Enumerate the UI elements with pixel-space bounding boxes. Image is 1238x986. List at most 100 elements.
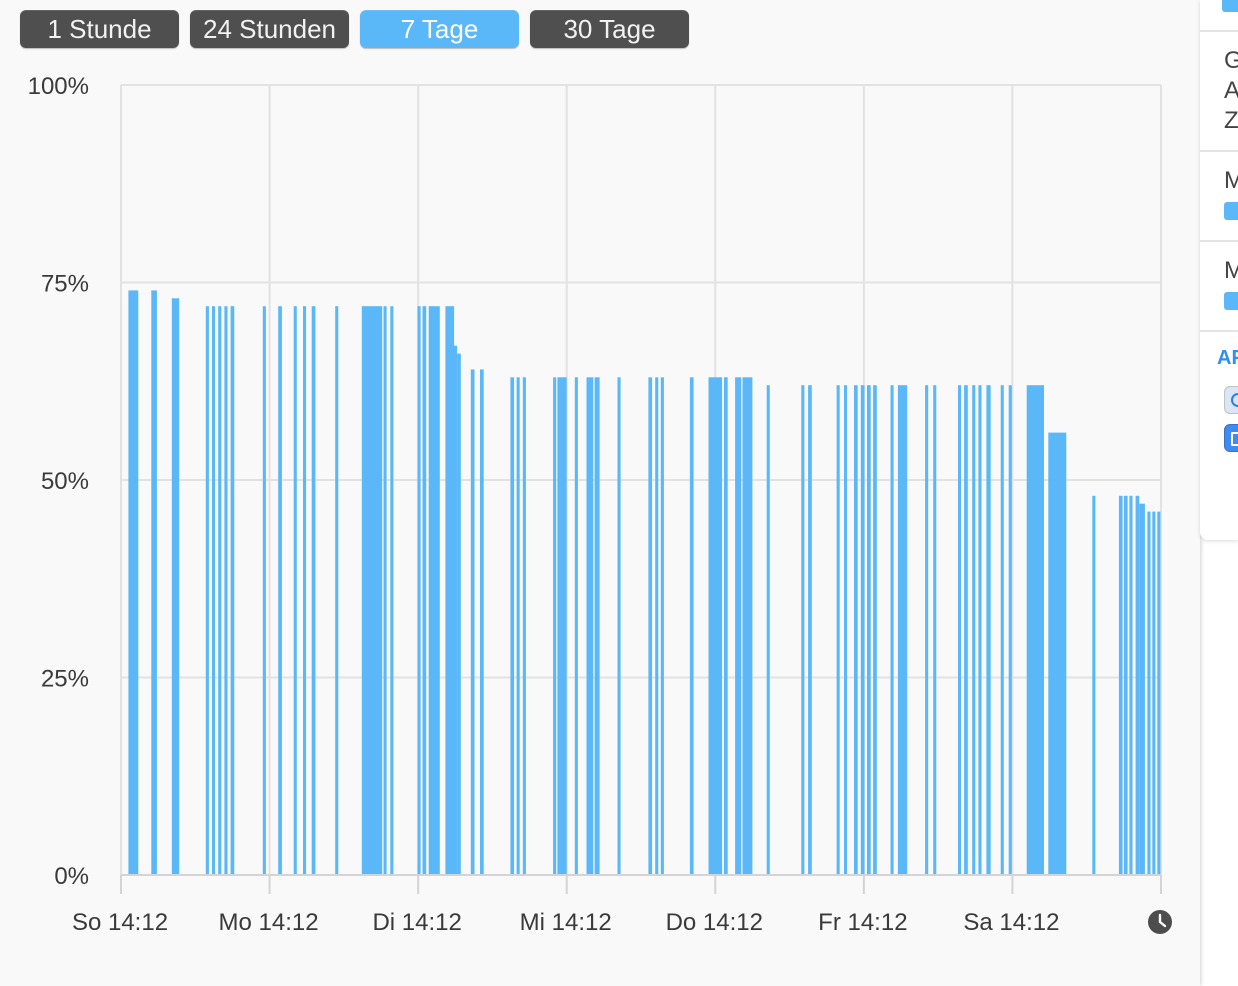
battery-bar: [958, 385, 962, 875]
battery-bar: [311, 306, 316, 875]
x-tick-label: Di 14:12: [372, 909, 461, 936]
battery-bar: [516, 377, 520, 875]
side-panel: G A Z M M AP: [1200, 0, 1238, 540]
battery-bar: [422, 306, 427, 875]
battery-bar: [218, 306, 222, 875]
battery-bar: [735, 377, 742, 875]
side-divider: [1200, 330, 1238, 332]
battery-bar: [689, 377, 694, 875]
battery-bar: [1000, 385, 1004, 875]
battery-bar: [205, 306, 209, 875]
battery-bar: [594, 377, 600, 875]
battery-bar: [151, 290, 157, 875]
battery-bar: [303, 306, 307, 875]
x-tick-label: Sa 14:12: [963, 909, 1059, 936]
battery-bar: [262, 306, 266, 875]
battery-bar: [890, 385, 894, 875]
battery-bar: [1147, 511, 1151, 875]
battery-bar: [480, 369, 484, 875]
battery-bar: [1048, 432, 1067, 875]
battery-bar: [867, 385, 871, 875]
battery-level-chart: 100% 75% 50% 25% 0% So 14:12 Mo 14:12 Di 14:12 M…: [28, 73, 1172, 936]
side-blue-indicator: [1222, 0, 1238, 12]
y-tick-label: 0%: [54, 863, 89, 890]
battery-bar: [978, 385, 982, 875]
side-divider: [1200, 150, 1238, 152]
battery-bar: [1152, 511, 1156, 875]
x-tick-label: So 14:12: [72, 909, 168, 936]
battery-bar: [1157, 511, 1161, 875]
battery-bar: [230, 306, 235, 875]
battery-bar: [224, 306, 228, 875]
battery-bar: [1123, 495, 1128, 875]
side-section-header: AP: [1217, 347, 1238, 369]
battery-bar: [925, 385, 929, 875]
battery-bar: [854, 385, 858, 875]
battery-bar: [510, 377, 515, 875]
battery-bar: [1118, 495, 1123, 875]
battery-bar: [617, 377, 621, 875]
battery-bar: [553, 377, 557, 875]
battery-bars: [128, 290, 1161, 876]
x-tick-label: Fr 14:12: [818, 909, 907, 936]
battery-bar: [454, 345, 458, 875]
battery-bar: [428, 306, 440, 875]
side-divider: [1200, 240, 1238, 242]
y-tick-label: 50%: [41, 468, 89, 495]
side-blue-bar: [1224, 202, 1238, 220]
battery-bar: [648, 377, 653, 875]
x-tick-label: Mo 14:12: [219, 909, 319, 936]
chart-grid: [120, 84, 1162, 876]
x-tick-label: Do 14:12: [666, 909, 763, 936]
battery-bar: [1092, 495, 1096, 875]
battery-bar: [660, 377, 664, 875]
battery-bar: [655, 377, 659, 875]
battery-bar: [212, 306, 216, 875]
battery-bar: [445, 306, 455, 875]
battery-bar: [844, 385, 848, 875]
battery-bar: [557, 377, 567, 875]
chart-panel: 1 Stunde 24 Stunden 7 Tage 30 Tage 100% 7…: [0, 0, 1200, 986]
battery-bar: [860, 385, 865, 875]
side-text-z: Z: [1224, 107, 1238, 134]
battery-bar: [293, 306, 297, 875]
battery-bar: [128, 290, 139, 875]
x-tick-label: Mi 14:12: [520, 909, 612, 936]
y-tick-label: 75%: [41, 271, 89, 298]
safari-app-icon[interactable]: [1224, 386, 1238, 414]
battery-bar: [457, 353, 461, 876]
side-blue-bar: [1224, 292, 1238, 310]
battery-bar: [964, 385, 968, 875]
battery-bar: [897, 385, 908, 875]
side-text-m: M: [1224, 167, 1238, 194]
side-text-a: A: [1224, 77, 1238, 104]
battery-bar: [1008, 385, 1012, 875]
y-tick-label: 100%: [28, 73, 89, 100]
battery-bar: [522, 377, 526, 875]
chart-axes: [120, 874, 1162, 894]
battery-bar: [574, 377, 578, 875]
battery-bar: [972, 385, 976, 875]
battery-bar: [390, 306, 394, 875]
clock-icon[interactable]: [1148, 910, 1172, 934]
battery-bar: [417, 306, 421, 875]
battery-bar: [742, 377, 753, 875]
battery-bar: [470, 369, 475, 875]
battery-bar: [1135, 495, 1140, 875]
battery-bar: [171, 298, 180, 875]
y-tick-label: 25%: [41, 666, 89, 693]
battery-bar: [724, 377, 728, 875]
battery-bar: [335, 306, 339, 875]
side-text-m: M: [1224, 257, 1238, 284]
battery-bar: [586, 377, 594, 875]
battery-bar: [383, 306, 387, 875]
side-divider: [1200, 30, 1238, 32]
mail-app-icon[interactable]: [1224, 424, 1238, 452]
battery-bar: [801, 385, 805, 875]
battery-bar: [1026, 385, 1044, 875]
battery-bar: [361, 306, 383, 875]
battery-bar: [1129, 495, 1133, 875]
battery-bar: [1139, 503, 1145, 875]
battery-bar: [708, 377, 723, 875]
battery-bar: [278, 306, 282, 875]
